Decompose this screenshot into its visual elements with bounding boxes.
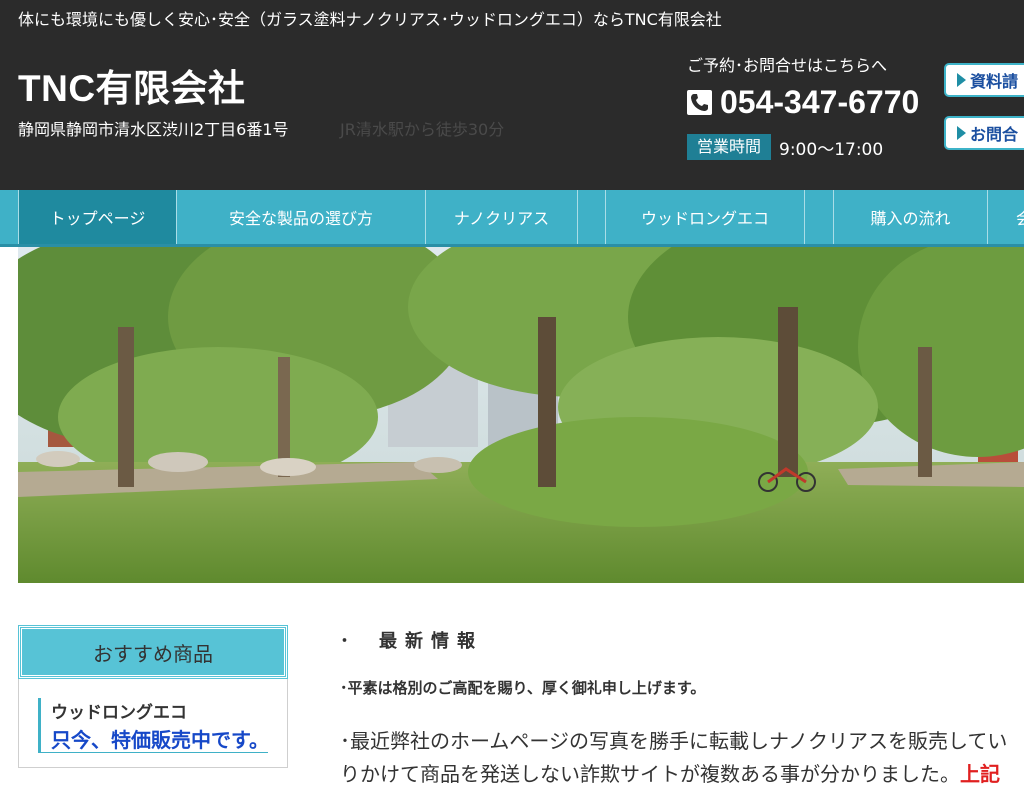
hero-park-photo	[18, 247, 1024, 583]
nav-item-label: 安全な製品の選び方	[228, 209, 373, 228]
news-heading: ･ 最新情報	[340, 627, 483, 653]
nav-item-company[interactable]: 会	[988, 190, 1024, 244]
nav-spacer	[578, 190, 606, 244]
nav-item-label: 購入の流れ	[870, 209, 951, 228]
nav-item-nanoclearus[interactable]: ナノクリアス	[426, 190, 578, 244]
product-title: ウッドロングエコ	[51, 703, 187, 723]
news-item: りかけて商品を発送しない詐欺サイトが複数ある事が分かりました。上記	[340, 758, 1000, 787]
nav-item-woodlong-eco[interactable]: ウッドロングエコ	[606, 190, 805, 244]
news-line3-text: りかけて商品を発送しない詐欺サイトが複数ある事が分かりました。	[340, 762, 960, 786]
recommended-products-box: おすすめ商品 ウッドロングエコ 只今、特価販売中です。	[18, 625, 288, 768]
inquiry-label: お問合	[970, 125, 1019, 144]
nav-item-purchase-flow[interactable]: 購入の流れ	[834, 190, 988, 244]
phone-row: 054-347-6770	[687, 84, 919, 120]
company-address: 静岡県静岡市清水区渋川2丁目6番1号	[18, 120, 289, 139]
nav-item-label: 会	[1016, 205, 1024, 229]
nav-item-how-to-choose[interactable]: 安全な製品の選び方	[177, 190, 426, 244]
nav-spacer	[805, 190, 834, 244]
phone-number[interactable]: 054-347-6770	[720, 84, 919, 121]
contact-lead: ご予約･お問合せはこちらへ	[687, 56, 888, 75]
site-header: 体にも環境にも優しく安心･安全（ガラス塗料ナノクリアス･ウッドロングエコ）ならT…	[0, 0, 1024, 190]
hours-value: 9:00〜17:00	[779, 139, 884, 160]
document-request-button[interactable]: 資料請	[944, 63, 1024, 97]
recommended-products-heading: おすすめ商品	[18, 625, 288, 679]
header-tagline: 体にも環境にも優しく安心･安全（ガラス塗料ナノクリアス･ウッドロングエコ）ならT…	[18, 10, 722, 29]
nav-item-label: トップページ	[49, 209, 146, 228]
recommended-product-card[interactable]: ウッドロングエコ 只今、特価販売中です。	[38, 698, 269, 753]
access-info: JR清水駅から徒歩30分	[340, 120, 505, 139]
document-request-label: 資料請	[970, 72, 1019, 91]
news-item: ･平素は格別のご高配を賜り、厚く御礼申し上げます。	[340, 679, 706, 697]
news-line3-red: 上記	[960, 762, 1000, 786]
triangle-right-icon	[957, 73, 966, 87]
phone-icon	[687, 89, 712, 115]
park-photo	[18, 247, 1024, 583]
triangle-right-icon	[957, 126, 966, 140]
nav-item-label: ウッドロングエコ	[640, 209, 769, 228]
nav-item-top[interactable]: トップページ	[18, 190, 177, 244]
business-hours: 営業時間 9:00〜17:00	[687, 134, 883, 160]
nav-item-label: ナノクリアス	[453, 209, 550, 228]
site-title[interactable]: TNC有限会社	[18, 58, 246, 112]
product-promo: 只今、特価販売中です。	[51, 728, 269, 752]
news-bullet: ･	[340, 631, 349, 652]
recommended-heading-text: おすすめ商品	[93, 641, 213, 666]
hours-label: 営業時間	[687, 134, 772, 160]
main-nav: トップページ 安全な製品の選び方 ナノクリアス ウッドロングエコ 購入の流れ 会	[0, 190, 1024, 247]
news-item: ･最近弊社のホームページの写真を勝手に転載しナノクリアスを販売してい	[340, 729, 1008, 753]
inquiry-button[interactable]: お問合	[944, 116, 1024, 150]
news-heading-text: 最新情報	[379, 631, 483, 652]
